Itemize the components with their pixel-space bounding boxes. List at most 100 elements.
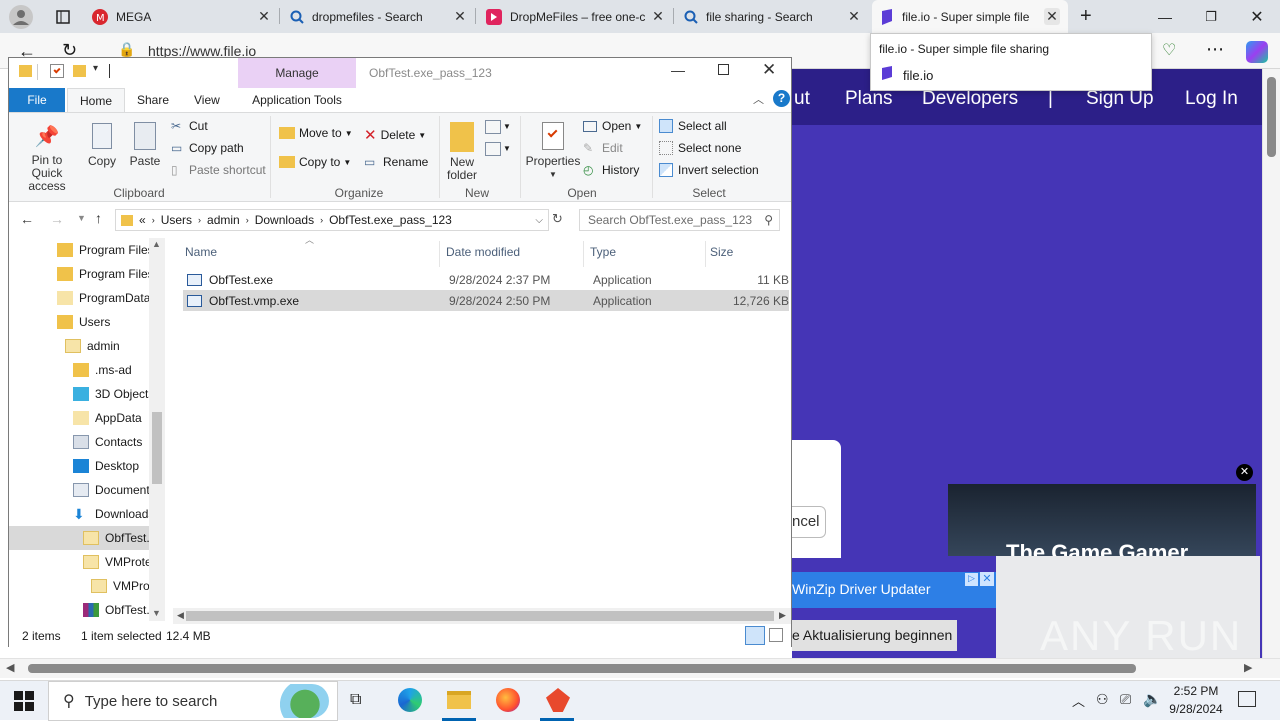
column-header-type[interactable]: Type bbox=[590, 245, 616, 259]
tab-file[interactable]: File bbox=[9, 88, 65, 112]
close-tab-icon[interactable]: ✕ bbox=[256, 8, 272, 25]
properties-quick-icon[interactable] bbox=[50, 64, 64, 78]
nav-item-program-files-x86[interactable]: Program Files bbox=[57, 262, 149, 286]
history-button[interactable]: ◴ History bbox=[583, 163, 639, 177]
tab-fileio[interactable]: file.io - Super simple file ✕ bbox=[872, 0, 1068, 33]
breadcrumb-downloads[interactable]: Downloads bbox=[255, 213, 314, 227]
nav-item-contacts[interactable]: Contacts bbox=[73, 430, 149, 454]
nav-item-vmprotect[interactable]: VMProtect bbox=[83, 550, 149, 574]
column-header-size[interactable]: Size bbox=[710, 245, 733, 259]
details-view-button[interactable] bbox=[745, 626, 765, 645]
page-scrollbar-vertical[interactable] bbox=[1262, 69, 1280, 658]
nav-item-admin[interactable]: admin bbox=[65, 334, 149, 358]
properties-button[interactable]: Properties ▼ bbox=[525, 120, 581, 181]
file-list-hscrollbar[interactable]: ◀ ▶ bbox=[173, 608, 791, 624]
nav-item-downloads[interactable]: ⬇ Downloads bbox=[73, 502, 149, 526]
scroll-thumb[interactable] bbox=[186, 611, 774, 621]
pin-quick-access-button[interactable]: 📌 Pin to Quick access bbox=[15, 120, 79, 193]
scroll-up-icon[interactable]: ▲ bbox=[152, 239, 161, 249]
nav-item-program-files[interactable]: Program Files bbox=[57, 238, 149, 262]
manage-context-tab[interactable]: Manage bbox=[238, 58, 356, 88]
close-tab-icon[interactable]: ✕ bbox=[846, 8, 862, 25]
tab-actions-button[interactable] bbox=[48, 0, 78, 33]
collapse-ribbon-icon[interactable]: ︿ bbox=[753, 91, 764, 107]
scroll-right-icon[interactable]: ▶ bbox=[779, 610, 786, 621]
new-folder-quick-icon[interactable] bbox=[73, 65, 86, 77]
explorer-maximize-button[interactable] bbox=[718, 64, 729, 75]
scroll-thumb[interactable] bbox=[28, 664, 1136, 673]
nav-item-vmprot-sub[interactable]: VMProt bbox=[91, 574, 149, 598]
show-hidden-icons[interactable]: ︿ bbox=[1072, 691, 1085, 710]
address-dropdown-icon[interactable]: ⌵ bbox=[535, 215, 543, 226]
profile-button[interactable] bbox=[0, 0, 44, 33]
tab-application-tools[interactable]: Application Tools bbox=[238, 88, 356, 112]
copy-path-button[interactable]: ▭ Copy path bbox=[171, 141, 244, 155]
taskbar-search[interactable]: ⚲ Type here to search bbox=[48, 681, 338, 721]
volume-icon[interactable]: 🔈 bbox=[1143, 690, 1162, 708]
new-folder-button[interactable]: New folder bbox=[443, 120, 481, 182]
browser-essentials-icon[interactable]: ♡ bbox=[1162, 40, 1176, 60]
breadcrumb-users[interactable]: Users bbox=[161, 213, 192, 227]
tab-share[interactable]: Share bbox=[125, 88, 181, 112]
adchoices-icon[interactable]: ▷ bbox=[965, 573, 978, 586]
refresh-icon[interactable]: ↻ bbox=[552, 211, 563, 227]
scroll-left-icon[interactable]: ◀ bbox=[177, 610, 184, 621]
cut-button[interactable]: ✂ Cut bbox=[171, 119, 208, 133]
start-button[interactable] bbox=[14, 691, 34, 711]
column-header-date[interactable]: Date modified bbox=[446, 245, 520, 259]
close-ad-icon[interactable]: ✕ bbox=[1236, 464, 1253, 481]
anyrun-app-icon[interactable] bbox=[546, 688, 570, 712]
nav-scrollbar[interactable]: ▲ ▼ bbox=[149, 238, 165, 621]
select-none-button[interactable]: Select none bbox=[659, 141, 741, 155]
tab-mega[interactable]: M MEGA ✕ bbox=[84, 0, 280, 33]
close-window-button[interactable]: ✕ bbox=[1240, 0, 1274, 33]
clock-date[interactable]: 9/28/2024 bbox=[1160, 702, 1232, 716]
recent-locations-icon[interactable]: ▼ bbox=[77, 213, 86, 223]
new-item-icon[interactable] bbox=[485, 120, 501, 134]
large-icons-view-button[interactable] bbox=[769, 628, 783, 642]
close-tab-icon[interactable]: ✕ bbox=[452, 8, 468, 25]
breadcrumb-admin[interactable]: admin bbox=[207, 213, 240, 227]
paste-shortcut-button[interactable]: ▯ Paste shortcut bbox=[171, 163, 266, 177]
network-icon[interactable]: ⎚ bbox=[1120, 691, 1131, 708]
nav-link-signup[interactable]: Sign Up bbox=[1086, 88, 1154, 110]
paste-button[interactable]: Paste bbox=[127, 120, 163, 168]
explorer-close-button[interactable]: ✕ bbox=[762, 60, 776, 80]
nav-item-obftest-archive[interactable]: ObfTest.e bbox=[83, 598, 149, 622]
nav-link-login[interactable]: Log In bbox=[1185, 88, 1238, 110]
up-button[interactable]: ↑ bbox=[95, 210, 102, 226]
open-button[interactable]: Open ▼ bbox=[583, 119, 642, 133]
tab-home[interactable]: Home bbox=[67, 88, 126, 112]
close-tab-icon[interactable]: ✕ bbox=[650, 8, 666, 25]
delete-button[interactable]: ✕ Delete ▼ bbox=[364, 126, 426, 144]
nav-link-about[interactable]: ut bbox=[794, 88, 810, 110]
customize-toolbar-icon[interactable]: ▾ bbox=[93, 63, 98, 74]
ad-action-button[interactable]: e Aktualisierung beginnen bbox=[792, 620, 957, 651]
move-to-button[interactable]: Move to ▼ bbox=[279, 126, 353, 140]
nav-item-obftest-folder[interactable]: ObfTest.exe bbox=[9, 526, 149, 550]
ad-close-icon[interactable]: ✕ bbox=[980, 572, 994, 586]
restore-button[interactable]: ❐ bbox=[1194, 0, 1228, 33]
page-scrollbar-horizontal[interactable]: ◀ ▶ bbox=[0, 658, 1280, 678]
clock-time[interactable]: 2:52 PM bbox=[1166, 684, 1226, 698]
invert-selection-button[interactable]: Invert selection bbox=[659, 163, 759, 177]
address-bar[interactable]: « › Users › admin › Downloads › ObfTest.… bbox=[115, 209, 549, 231]
close-tab-icon[interactable]: ✕ bbox=[1044, 8, 1060, 25]
nav-item-appdata[interactable]: AppData bbox=[73, 406, 149, 430]
tab-dropmefiles-search[interactable]: dropmefiles - Search ✕ bbox=[282, 0, 476, 33]
breadcrumb-current[interactable]: ObfTest.exe_pass_123 bbox=[329, 213, 452, 227]
more-menu-icon[interactable]: ⋯ bbox=[1206, 39, 1224, 60]
cancel-button[interactable]: ncel bbox=[792, 506, 826, 538]
explorer-minimize-button[interactable]: — bbox=[671, 62, 685, 78]
forward-button[interactable]: → bbox=[50, 211, 64, 227]
new-tab-button[interactable]: + bbox=[1072, 0, 1100, 33]
scroll-thumb[interactable] bbox=[1267, 77, 1276, 157]
scroll-left-icon[interactable]: ◀ bbox=[6, 661, 14, 674]
nav-item-users[interactable]: Users bbox=[57, 310, 149, 334]
nav-item-desktop[interactable]: Desktop bbox=[73, 454, 149, 478]
scroll-down-icon[interactable]: ▼ bbox=[152, 608, 161, 618]
scroll-right-icon[interactable]: ▶ bbox=[1244, 661, 1252, 674]
task-view-icon[interactable]: ⧉ bbox=[350, 691, 361, 709]
nav-item-documents[interactable]: Documents bbox=[73, 478, 149, 502]
tab-dropmefiles[interactable]: DropMeFiles – free one-c ✕ bbox=[478, 0, 674, 33]
